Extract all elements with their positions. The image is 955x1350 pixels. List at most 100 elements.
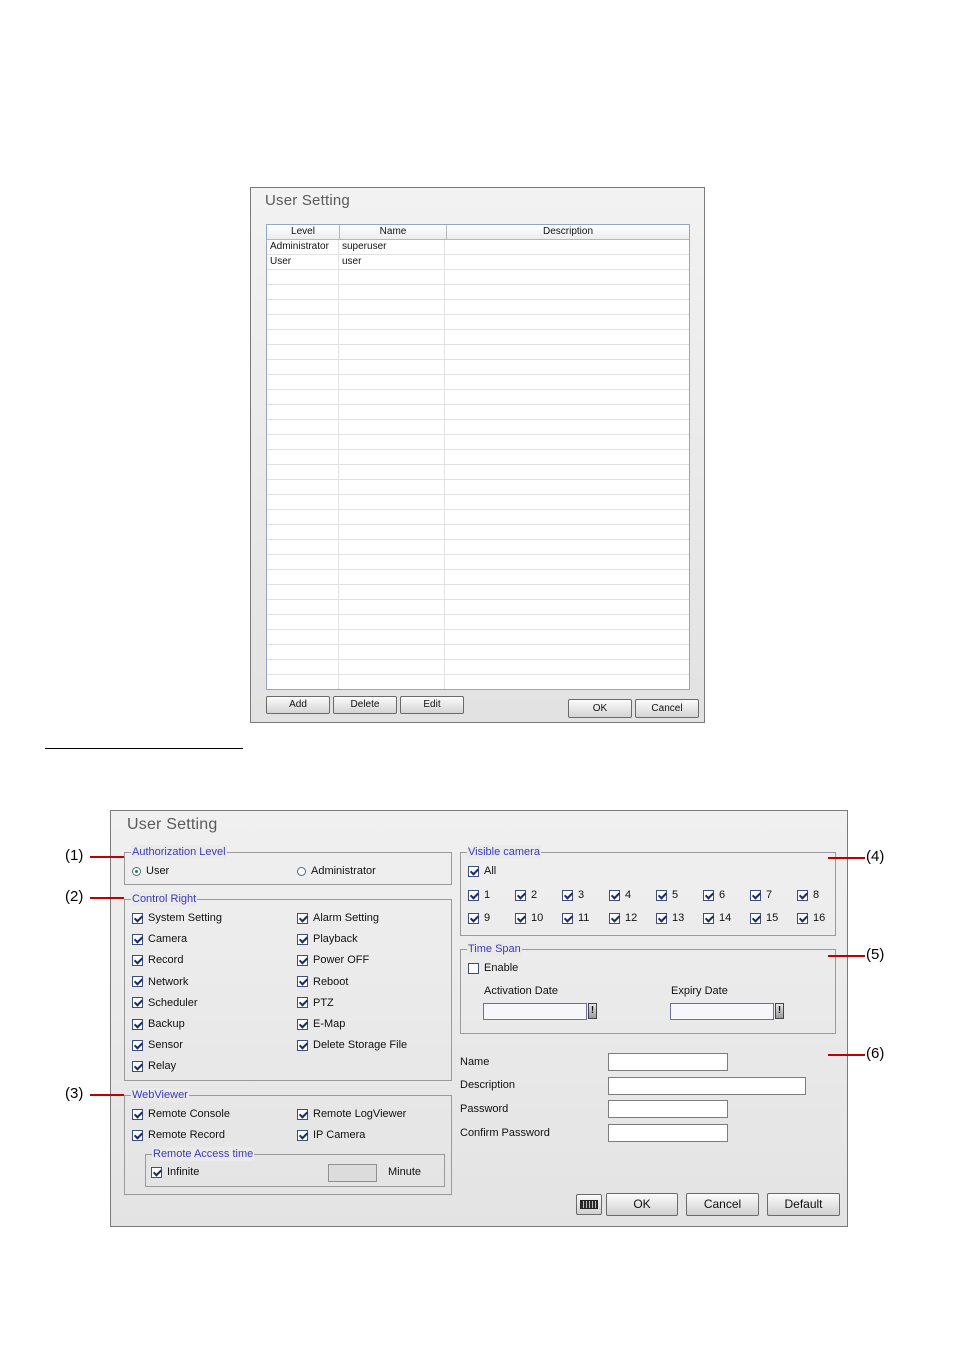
column-header-name[interactable]: Name [340, 225, 447, 239]
checkbox[interactable] [132, 912, 143, 924]
cancel-button[interactable]: Cancel [686, 1193, 759, 1216]
checkbox[interactable] [515, 912, 526, 924]
checkbox[interactable] [468, 889, 479, 901]
checkbox[interactable] [562, 889, 573, 901]
checkbox[interactable] [132, 976, 143, 988]
checkbox-camera-6[interactable]: 6 [703, 889, 725, 901]
activation-date-input[interactable] [483, 1003, 587, 1020]
checkbox[interactable] [297, 1129, 308, 1141]
checkbox[interactable] [132, 997, 143, 1009]
checkbox[interactable] [297, 1039, 308, 1051]
checkbox[interactable] [297, 1108, 308, 1120]
delete-button[interactable]: Delete [333, 696, 397, 714]
checkbox-camera-16[interactable]: 16 [797, 912, 825, 924]
checkbox[interactable] [297, 1018, 308, 1030]
checkbox[interactable] [132, 1129, 143, 1141]
checkbox-e-map[interactable]: E-Map [297, 1018, 345, 1030]
checkbox[interactable] [750, 912, 761, 924]
checkbox[interactable] [797, 912, 808, 924]
checkbox-backup[interactable]: Backup [132, 1018, 185, 1030]
checkbox[interactable] [297, 997, 308, 1009]
checkbox[interactable] [515, 889, 526, 901]
password-input[interactable] [608, 1100, 728, 1118]
checkbox-network[interactable]: Network [132, 976, 188, 988]
checkbox[interactable] [297, 976, 308, 988]
ok-button[interactable]: OK [606, 1193, 678, 1216]
checkbox[interactable] [132, 954, 143, 966]
checkbox-camera-9[interactable]: 9 [468, 912, 490, 924]
activation-date-picker-button[interactable]: ! [588, 1003, 597, 1019]
column-header-description[interactable]: Description [447, 225, 689, 239]
checkbox-camera-11[interactable]: 11 [562, 912, 589, 924]
checkbox[interactable] [609, 912, 620, 924]
checkbox-ip-camera[interactable]: IP Camera [297, 1129, 365, 1141]
checkbox-alarm-setting[interactable]: Alarm Setting [297, 912, 379, 924]
checkbox-power-off[interactable]: Power OFF [297, 954, 369, 966]
checkbox-enable[interactable]: Enable [468, 962, 518, 974]
expiry-date-picker-button[interactable]: ! [775, 1003, 784, 1019]
checkbox[interactable] [797, 889, 808, 901]
checkbox[interactable] [562, 912, 573, 924]
checkbox-camera-8[interactable]: 8 [797, 889, 819, 901]
table-row[interactable]: Administrator superuser [267, 240, 689, 255]
expiry-date-input[interactable] [670, 1003, 774, 1020]
checkbox-camera-10[interactable]: 10 [515, 912, 543, 924]
checkbox[interactable] [609, 889, 620, 901]
checkbox[interactable] [750, 889, 761, 901]
cancel-button[interactable]: Cancel [635, 699, 699, 718]
checkbox-camera-14[interactable]: 14 [703, 912, 731, 924]
description-input[interactable] [608, 1077, 806, 1095]
ok-button[interactable]: OK [568, 699, 632, 718]
checkbox-system-setting[interactable]: System Setting [132, 912, 222, 924]
radio-user[interactable]: User [132, 865, 169, 877]
keyboard-button[interactable] [576, 1194, 602, 1215]
radio-button[interactable] [297, 866, 306, 876]
checkbox-camera-4[interactable]: 4 [609, 889, 631, 901]
checkbox-playback[interactable]: Playback [297, 933, 358, 945]
checkbox-delete-storage-file[interactable]: Delete Storage File [297, 1039, 407, 1051]
checkbox[interactable] [297, 933, 308, 945]
checkbox-remote-logviewer[interactable]: Remote LogViewer [297, 1108, 406, 1120]
checkbox-remote-record[interactable]: Remote Record [132, 1129, 225, 1141]
checkbox[interactable] [297, 912, 308, 924]
checkbox[interactable] [151, 1166, 162, 1178]
confirm-password-input[interactable] [608, 1124, 728, 1142]
edit-button[interactable]: Edit [400, 696, 464, 714]
checkbox[interactable] [132, 1018, 143, 1030]
checkbox-camera-3[interactable]: 3 [562, 889, 584, 901]
checkbox-ptz[interactable]: PTZ [297, 997, 334, 1009]
default-button[interactable]: Default [767, 1193, 840, 1216]
checkbox-relay[interactable]: Relay [132, 1060, 176, 1072]
checkbox[interactable] [132, 1108, 143, 1120]
checkbox-scheduler[interactable]: Scheduler [132, 997, 198, 1009]
checkbox-camera-2[interactable]: 2 [515, 889, 537, 901]
name-input[interactable] [608, 1053, 728, 1071]
checkbox[interactable] [468, 865, 479, 877]
checkbox[interactable] [132, 1060, 143, 1072]
checkbox-camera[interactable]: Camera [132, 933, 187, 945]
checkbox-record[interactable]: Record [132, 954, 183, 966]
checkbox-remote-console[interactable]: Remote Console [132, 1108, 230, 1120]
checkbox[interactable] [656, 912, 667, 924]
checkbox[interactable] [703, 912, 714, 924]
checkbox-camera-7[interactable]: 7 [750, 889, 772, 901]
checkbox[interactable] [297, 954, 308, 966]
checkbox[interactable] [703, 889, 714, 901]
checkbox-camera-1[interactable]: 1 [468, 889, 490, 901]
checkbox-camera-5[interactable]: 5 [656, 889, 678, 901]
checkbox[interactable] [132, 933, 143, 945]
checkbox-all-cameras[interactable]: All [468, 865, 496, 877]
checkbox-sensor[interactable]: Sensor [132, 1039, 183, 1051]
checkbox[interactable] [656, 889, 667, 901]
checkbox-reboot[interactable]: Reboot [297, 976, 348, 988]
column-header-level[interactable]: Level [267, 225, 340, 239]
checkbox[interactable] [132, 1039, 143, 1051]
checkbox[interactable] [468, 912, 479, 924]
checkbox-camera-15[interactable]: 15 [750, 912, 778, 924]
minute-input[interactable] [328, 1164, 377, 1182]
radio-button[interactable] [132, 866, 141, 876]
checkbox-infinite[interactable]: Infinite [151, 1166, 199, 1178]
checkbox-camera-13[interactable]: 13 [656, 912, 684, 924]
table-row[interactable]: User user [267, 255, 689, 270]
checkbox-camera-12[interactable]: 12 [609, 912, 637, 924]
